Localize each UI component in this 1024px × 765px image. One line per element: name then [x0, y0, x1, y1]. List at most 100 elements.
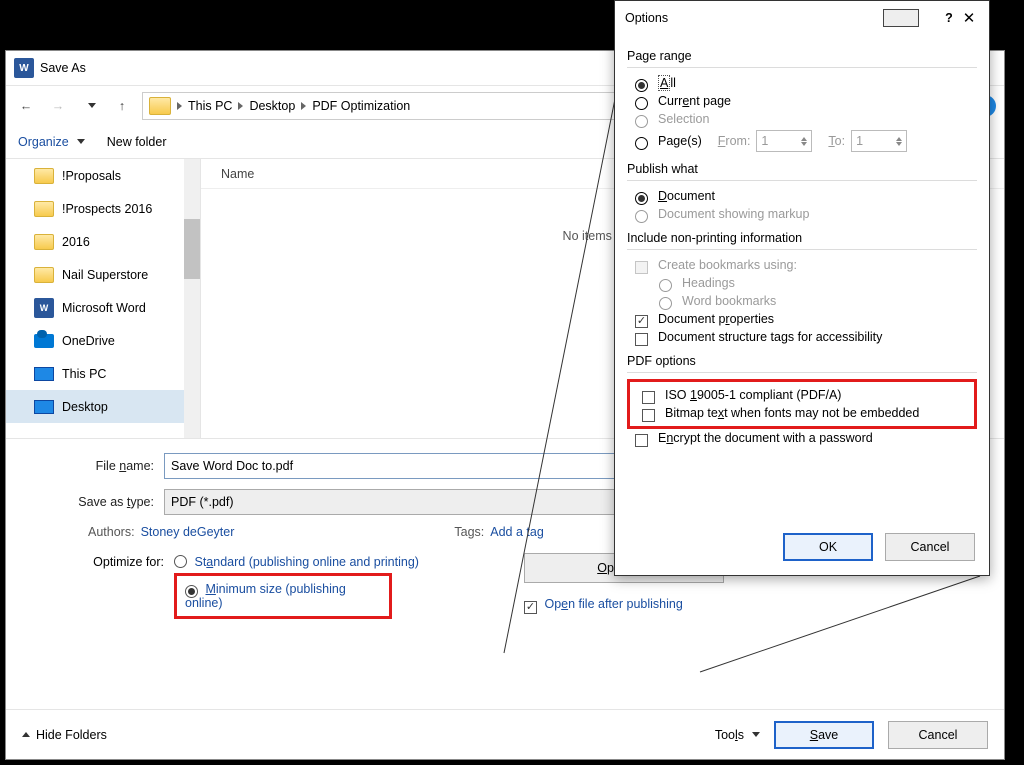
- radio-current[interactable]: Current page: [627, 92, 977, 110]
- radio-headings: Headings: [627, 274, 977, 292]
- page-range-title: Page range: [627, 49, 977, 63]
- close-icon[interactable]: ✕: [959, 9, 979, 27]
- radio-icon: [635, 115, 648, 128]
- radio-document-label: Document: [658, 189, 715, 203]
- sidebar-item-label: 2016: [62, 235, 90, 249]
- radio-pages-label: Page(s): [658, 134, 702, 148]
- folder-icon: [34, 234, 54, 250]
- radio-icon: [635, 79, 648, 92]
- onedrive-icon: [34, 334, 54, 348]
- sidebar-item[interactable]: !Proposals: [6, 159, 200, 192]
- sidebar-item-label: This PC: [62, 367, 106, 381]
- sidebar-item[interactable]: OneDrive: [6, 324, 200, 357]
- cancel-button[interactable]: Cancel: [888, 721, 988, 749]
- open-after-checkbox[interactable]: Open file after publishing: [524, 597, 724, 612]
- from-label: From:: [718, 134, 751, 148]
- cancel-label: Cancel: [919, 728, 958, 742]
- chk-structtags[interactable]: Document structure tags for accessibilit…: [627, 328, 977, 346]
- recent-dropdown-icon[interactable]: [78, 94, 102, 118]
- desktop-icon: [34, 400, 54, 414]
- sidebar-item[interactable]: 2016: [6, 225, 200, 258]
- radio-wordbm-label: Word bookmarks: [682, 294, 776, 308]
- sidebar-item[interactable]: This PC: [6, 357, 200, 390]
- sidebar-item[interactable]: !Prospects 2016: [6, 192, 200, 225]
- ok-button[interactable]: OK: [783, 533, 873, 561]
- from-value: 1: [761, 134, 768, 148]
- scrollbar-thumb[interactable]: [184, 219, 200, 279]
- radio-current-label: Current page: [658, 94, 731, 108]
- word-icon: W: [34, 298, 54, 318]
- radio-document[interactable]: Document: [627, 187, 977, 205]
- tools-menu[interactable]: Tools: [715, 728, 760, 742]
- sidebar-item-selected[interactable]: Desktop: [6, 390, 200, 423]
- save-button[interactable]: Save: [774, 721, 874, 749]
- chk-encrypt-label: Encrypt the document with a password: [658, 431, 873, 445]
- crumb-desktop[interactable]: Desktop: [249, 99, 295, 113]
- organize-label: Organize: [18, 135, 69, 149]
- radio-icon: [174, 555, 187, 568]
- pages-from-spinner[interactable]: 1: [756, 130, 812, 152]
- radio-all[interactable]: All: [627, 74, 977, 92]
- radio-headings-label: Headings: [682, 276, 735, 290]
- crumb-folder[interactable]: PDF Optimization: [312, 99, 410, 113]
- optimize-standard-label: Standard (publishing online and printing…: [194, 555, 418, 569]
- savetype-value: PDF (*.pdf): [171, 495, 234, 509]
- radio-markup: Document showing markup: [627, 205, 977, 223]
- tags-value[interactable]: Add a tag: [490, 525, 544, 539]
- tags-label: Tags:: [454, 525, 484, 539]
- to-label: To:: [828, 134, 845, 148]
- up-icon[interactable]: ↑: [110, 94, 134, 118]
- chk-iso[interactable]: ISO 19005-1 compliant (PDF/A): [634, 386, 970, 404]
- radio-pages[interactable]: Page(s) From: 1 To: 1: [627, 128, 977, 154]
- chk-iso-label: ISO 19005-1 compliant (PDF/A): [665, 388, 841, 402]
- folder-icon: [149, 97, 171, 115]
- sidebar-item[interactable]: WMicrosoft Word: [6, 291, 200, 324]
- highlight-box: Minimum size (publishing online): [174, 573, 392, 619]
- chk-docprops-label: Document properties: [658, 312, 774, 326]
- cancel-button[interactable]: Cancel: [885, 533, 975, 561]
- chk-bitmap-label: Bitmap text when fonts may not be embedd…: [665, 406, 919, 420]
- sidebar-item[interactable]: Nail Superstore: [6, 258, 200, 291]
- sidebar-item-label: !Proposals: [62, 169, 121, 183]
- optimize-minimum-radio[interactable]: Minimum size (publishing online): [185, 582, 381, 610]
- scrollbar[interactable]: [184, 159, 200, 438]
- chevron-right-icon[interactable]: [177, 102, 182, 110]
- sidebar-item-label: Desktop: [62, 400, 108, 414]
- new-folder-button[interactable]: New folder: [107, 135, 167, 149]
- chk-encrypt[interactable]: Encrypt the document with a password: [627, 429, 977, 447]
- chevron-down-icon: [752, 732, 760, 737]
- checkbox-icon: [635, 434, 648, 447]
- include-title: Include non-printing information: [627, 231, 977, 245]
- hide-folders-label: Hide Folders: [36, 728, 107, 742]
- hide-folders-toggle[interactable]: Hide Folders: [22, 728, 107, 742]
- checkbox-icon: [635, 261, 648, 274]
- forward-icon: →: [46, 94, 70, 118]
- sidebar-item-label: OneDrive: [62, 334, 115, 348]
- chk-docprops[interactable]: Document properties: [627, 310, 977, 328]
- footer: Hide Folders Tools Save Cancel: [6, 709, 1004, 759]
- chk-structtags-label: Document structure tags for accessibilit…: [658, 330, 882, 344]
- crumb-this-pc[interactable]: This PC: [188, 99, 232, 113]
- checkbox-icon: [635, 315, 648, 328]
- save-label: Save: [810, 728, 839, 742]
- chk-bitmap[interactable]: Bitmap text when fonts may not be embedd…: [634, 404, 970, 422]
- radio-icon: [185, 585, 198, 598]
- ok-label: OK: [819, 540, 837, 554]
- radio-markup-label: Document showing markup: [658, 207, 809, 221]
- cancel-label: Cancel: [911, 540, 950, 554]
- chevron-right-icon[interactable]: [301, 102, 306, 110]
- optimize-standard-radio[interactable]: Standard (publishing online and printing…: [174, 553, 419, 569]
- window-icon: [883, 9, 919, 27]
- chevron-right-icon[interactable]: [238, 102, 243, 110]
- help-icon[interactable]: ?: [939, 11, 959, 25]
- tools-label: Tools: [715, 728, 744, 742]
- savetype-label: Save as type:: [24, 495, 164, 509]
- sidebar-item-label: Nail Superstore: [62, 268, 148, 282]
- radio-icon: [635, 192, 648, 205]
- pages-to-spinner[interactable]: 1: [851, 130, 907, 152]
- chk-bookmarks-label: Create bookmarks using:: [658, 258, 797, 272]
- organize-menu[interactable]: Organize: [18, 135, 85, 149]
- publish-what-title: Publish what: [627, 162, 977, 176]
- back-icon[interactable]: ←: [14, 94, 38, 118]
- authors-value[interactable]: Stoney deGeyter: [141, 525, 235, 539]
